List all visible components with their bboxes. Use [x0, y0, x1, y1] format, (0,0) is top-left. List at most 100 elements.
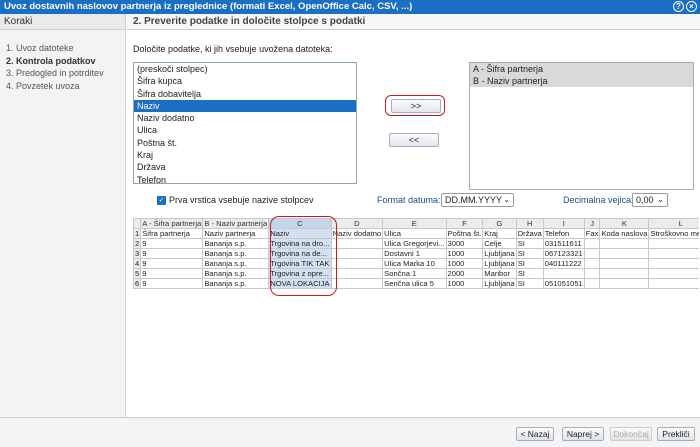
table-cell: [330, 268, 384, 279]
table-cell: [330, 258, 384, 269]
table-cell: [583, 268, 601, 279]
row-number: 1: [133, 228, 142, 239]
steps-sidebar: Koraki 1. Uvoz datoteke 2. Kontrola podat…: [0, 14, 126, 417]
table-cell: Bananja s.p.: [202, 268, 270, 279]
table-cell: [648, 258, 699, 269]
table-cell: Fax: [583, 228, 601, 239]
table-cell: [648, 278, 699, 289]
list-item[interactable]: Naziv dodatno: [134, 112, 356, 124]
highlight-ring: [270, 216, 337, 296]
list-item[interactable]: Kraj: [134, 149, 356, 161]
table-cell: Bananja s.p.: [202, 258, 270, 269]
row-number: 3: [133, 248, 142, 259]
column-letter[interactable]: I: [542, 218, 585, 229]
close-icon[interactable]: ×: [686, 1, 697, 12]
table-cell: Ljubljana: [482, 248, 517, 259]
wizard-footer: < Nazaj Naprej > Dokončaj Prekliči: [0, 417, 700, 447]
sidebar-step[interactable]: 2. Kontrola podatkov: [6, 55, 125, 68]
table-cell: SI: [515, 238, 544, 249]
chevron-down-icon: ⌄: [657, 195, 664, 204]
table-cell: Bananja s.p.: [202, 248, 270, 259]
table-cell: SI: [515, 258, 544, 269]
table-cell: SI: [515, 278, 544, 289]
sidebar-step[interactable]: 1. Uvoz datoteke: [6, 42, 125, 55]
row-number: 4: [133, 258, 142, 269]
table-row: 1 Šifra partnerja Naziv partnerja Naziv Nazi…: [133, 228, 699, 239]
preview-grid: A - Šifra partnerja B - Naziv partnerja C D…: [133, 218, 699, 314]
grid-corner: [133, 218, 142, 229]
table-cell: [583, 248, 601, 259]
table-row: 2 9 Bananja s.p. Trgovina na dro... Ulica Gr…: [133, 238, 699, 249]
table-cell: [599, 238, 650, 249]
decimal-value: 0,00: [636, 195, 654, 205]
table-cell: Koda naslova: [599, 228, 650, 239]
table-cell: Ulica Gregorjevi...: [382, 238, 447, 249]
chevron-down-icon: ⌄: [503, 195, 510, 204]
table-cell: Kraj: [482, 228, 517, 239]
list-item[interactable]: Šifra dobavitelja: [134, 88, 356, 100]
table-cell: Telefon: [542, 228, 585, 239]
window-title: Uvoz dostavnih naslovov partnerja iz pre…: [4, 1, 413, 12]
column-letter[interactable]: J: [583, 218, 601, 229]
help-icon[interactable]: ?: [673, 1, 684, 12]
date-format-label: Format datuma:: [377, 195, 441, 205]
list-item[interactable]: B - Naziv partnerja: [470, 75, 693, 87]
list-item[interactable]: Ulica: [134, 124, 356, 136]
table-cell: 1000: [445, 278, 484, 289]
column-letter[interactable]: E: [382, 218, 447, 229]
table-cell: [583, 278, 601, 289]
column-letter[interactable]: A - Šifra partnerja: [140, 218, 204, 229]
list-item[interactable]: Šifra kupca: [134, 75, 356, 87]
column-letter[interactable]: K: [599, 218, 650, 229]
table-cell: Država: [515, 228, 544, 239]
decimal-label: Decimalna vejica:: [563, 195, 634, 205]
remove-column-button[interactable]: <<: [389, 133, 439, 147]
next-button[interactable]: Naprej >: [562, 427, 604, 441]
column-letter[interactable]: B - Naziv partnerja: [202, 218, 270, 229]
table-cell: [599, 268, 650, 279]
sidebar-step[interactable]: 4. Povzetek uvoza: [6, 80, 125, 93]
sidebar-step[interactable]: 3. Predogled in potrditev: [6, 67, 125, 80]
list-item[interactable]: Država: [134, 161, 356, 173]
table-cell: Maribor: [482, 268, 517, 279]
list-item[interactable]: A - Šifra partnerja: [470, 63, 693, 75]
table-cell: 051051051: [542, 278, 585, 289]
column-letter[interactable]: D: [330, 218, 384, 229]
table-cell: 067123321: [542, 248, 585, 259]
table-cell: [599, 278, 650, 289]
table-cell: 2000: [445, 268, 484, 279]
table-cell: Ljubljana: [482, 258, 517, 269]
table-cell: [542, 268, 585, 279]
instruction-text: Določite podatke, ki jih vsebuje uvožena…: [133, 44, 333, 54]
finish-button[interactable]: Dokončaj: [610, 427, 652, 441]
table-cell: [648, 268, 699, 279]
table-cell: [330, 248, 384, 259]
column-letter[interactable]: H: [515, 218, 544, 229]
list-item[interactable]: Naziv: [134, 99, 356, 113]
table-row: 6 9 Bananja s.p. NOVA LOKACIJA Senčna ulica …: [133, 278, 699, 289]
add-column-button[interactable]: >>: [391, 99, 441, 113]
list-item[interactable]: (preskoči stolpec): [134, 63, 356, 75]
column-letter-row: A - Šifra partnerja B - Naziv partnerja C D…: [133, 218, 699, 229]
back-button[interactable]: < Nazaj: [516, 427, 554, 441]
table-cell: [599, 248, 650, 259]
list-item[interactable]: Telefon: [134, 174, 356, 183]
column-letter[interactable]: F: [445, 218, 484, 229]
first-row-checkbox-label[interactable]: Prva vrstica vsebuje nazive stolpcev: [169, 195, 314, 205]
table-cell: Stroškovno mesto: [648, 228, 699, 239]
available-columns-list[interactable]: (preskoči stolpec) Šifra kupca Šifra dobav…: [133, 62, 357, 184]
table-cell: SI: [515, 268, 544, 279]
decimal-select[interactable]: 0,00 ⌄: [632, 193, 668, 207]
first-row-checkbox[interactable]: ✓: [157, 196, 166, 205]
assigned-columns-list[interactable]: A - Šifra partnerja B - Naziv partnerja: [469, 62, 694, 190]
row-number: 2: [133, 238, 142, 249]
list-item[interactable]: Poštna št.: [134, 137, 356, 149]
table-cell: 9: [140, 278, 204, 289]
date-format-select[interactable]: DD.MM.YYYY ⌄: [441, 193, 514, 207]
cancel-button[interactable]: Prekliči: [657, 427, 695, 441]
column-letter[interactable]: G: [482, 218, 517, 229]
table-cell: Sončna 1: [382, 268, 447, 279]
table-cell: 9: [140, 258, 204, 269]
table-cell: Naziv dodatno: [330, 228, 384, 239]
column-letter[interactable]: L: [648, 218, 699, 229]
